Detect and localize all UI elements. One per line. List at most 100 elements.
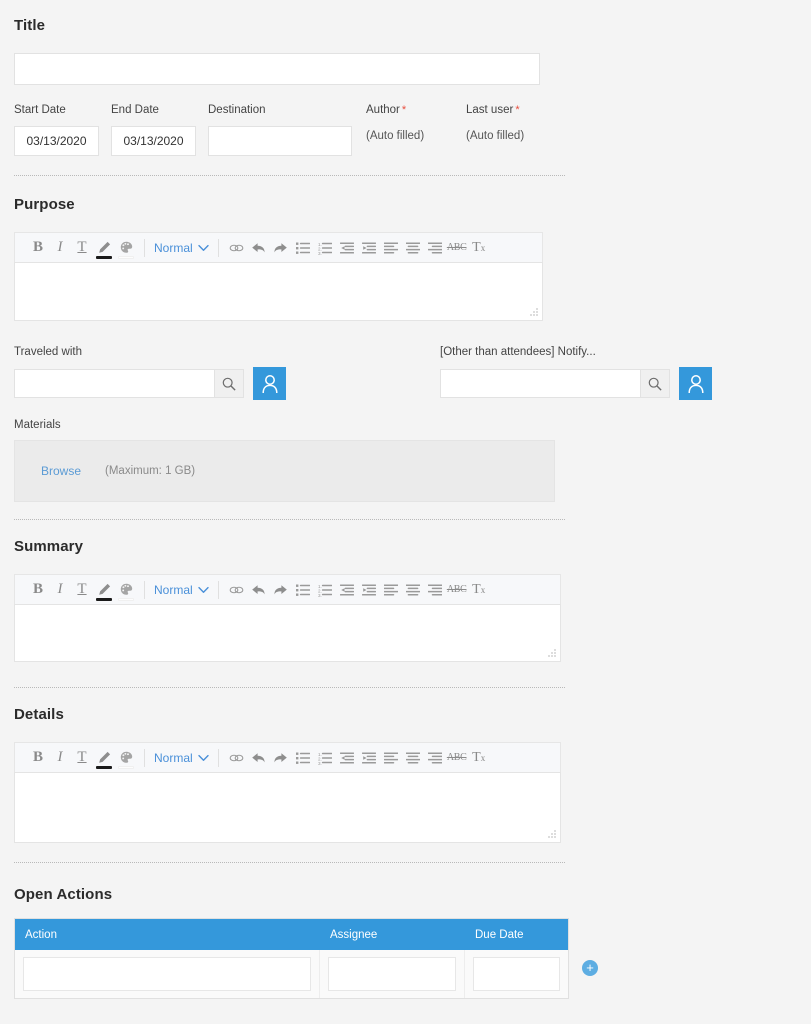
clear-format-icon[interactable]: Tx xyxy=(468,745,490,771)
redo-icon[interactable] xyxy=(270,235,292,261)
paragraph-style-dropdown[interactable]: Normal xyxy=(152,583,211,597)
outdent-icon[interactable] xyxy=(336,745,358,771)
highlight-palette-icon[interactable] xyxy=(115,745,137,771)
chevron-down-icon xyxy=(197,244,209,251)
chevron-down-icon xyxy=(197,754,209,761)
align-center-icon[interactable] xyxy=(402,577,424,603)
svg-text:3.: 3. xyxy=(318,592,322,596)
resize-handle-icon[interactable] xyxy=(548,830,557,839)
toolbar-separator xyxy=(217,748,219,767)
clear-format-icon[interactable]: Tx xyxy=(468,577,490,603)
notify-person-picker-button[interactable] xyxy=(679,367,712,400)
bold-icon[interactable]: B xyxy=(27,235,49,261)
align-left-icon[interactable] xyxy=(380,235,402,261)
browse-button[interactable]: Browse xyxy=(41,464,81,478)
destination-label: Destination xyxy=(208,104,266,116)
text-color-pencil-icon[interactable] xyxy=(93,577,115,603)
indent-icon[interactable] xyxy=(358,577,380,603)
align-center-icon[interactable] xyxy=(402,745,424,771)
redo-icon[interactable] xyxy=(270,745,292,771)
travel-report-form-page: Title Start Date End Date Destination Au… xyxy=(0,0,811,1024)
destination-input[interactable] xyxy=(208,126,352,156)
table-row xyxy=(15,950,568,998)
underline-icon[interactable]: T xyxy=(71,745,93,771)
bold-icon[interactable]: B xyxy=(27,745,49,771)
text-color-pencil-icon[interactable] xyxy=(93,235,115,261)
numbered-list-icon[interactable]: 1. 2. 3. xyxy=(314,577,336,603)
undo-icon[interactable] xyxy=(248,745,270,771)
bold-icon[interactable]: B xyxy=(27,577,49,603)
undo-icon[interactable] xyxy=(248,577,270,603)
outdent-icon[interactable] xyxy=(336,577,358,603)
bullet-list-icon[interactable] xyxy=(292,745,314,771)
materials-max-note: (Maximum: 1 GB) xyxy=(105,465,196,477)
title-input[interactable] xyxy=(14,53,540,85)
cell-due-date xyxy=(465,950,568,998)
column-header-assignee: Assignee xyxy=(330,928,378,941)
strikethrough-icon[interactable]: ABC xyxy=(446,577,468,603)
resize-handle-icon[interactable] xyxy=(530,308,539,317)
clear-format-icon[interactable]: Tx xyxy=(468,235,490,261)
purpose-editor-area[interactable] xyxy=(14,262,543,321)
author-required-marker: * xyxy=(401,104,407,116)
indent-icon[interactable] xyxy=(358,745,380,771)
traveled-with-search-button[interactable] xyxy=(215,369,244,398)
align-left-icon[interactable] xyxy=(380,577,402,603)
summary-heading: Summary xyxy=(14,538,84,555)
last-user-label-wrap: Last user * xyxy=(466,104,520,116)
align-right-icon[interactable] xyxy=(424,745,446,771)
link-icon[interactable] xyxy=(226,577,248,603)
outdent-icon[interactable] xyxy=(336,235,358,261)
plus-icon: + xyxy=(586,960,594,975)
resize-handle-icon[interactable] xyxy=(548,649,557,658)
details-editor: B I T Normal 1. 2. 3. ABC Tx xyxy=(14,742,561,843)
underline-icon[interactable]: T xyxy=(71,235,93,261)
details-editor-area[interactable] xyxy=(14,772,561,843)
highlight-palette-icon[interactable] xyxy=(115,235,137,261)
page-title: Title xyxy=(14,17,46,34)
author-value: (Auto filled) xyxy=(366,130,425,142)
notify-search-button[interactable] xyxy=(641,369,670,398)
search-icon xyxy=(222,377,236,391)
start-date-input[interactable] xyxy=(14,126,99,156)
author-label-wrap: Author * xyxy=(366,104,406,116)
italic-icon[interactable]: I xyxy=(49,745,71,771)
indent-icon[interactable] xyxy=(358,235,380,261)
align-left-icon[interactable] xyxy=(380,745,402,771)
traveled-with-input[interactable] xyxy=(14,369,215,398)
align-right-icon[interactable] xyxy=(424,577,446,603)
strikethrough-icon[interactable]: ABC xyxy=(446,745,468,771)
redo-icon[interactable] xyxy=(270,577,292,603)
section-divider xyxy=(14,519,565,520)
underline-icon[interactable]: T xyxy=(71,577,93,603)
align-center-icon[interactable] xyxy=(402,235,424,261)
align-right-icon[interactable] xyxy=(424,235,446,261)
purpose-editor: B I T Normal 1. 2. 3. ABC Tx xyxy=(14,232,543,321)
traveled-with-person-picker-button[interactable] xyxy=(253,367,286,400)
summary-editor-area[interactable] xyxy=(14,604,561,662)
bullet-list-icon[interactable] xyxy=(292,577,314,603)
link-icon[interactable] xyxy=(226,745,248,771)
text-color-pencil-icon[interactable] xyxy=(93,745,115,771)
action-input[interactable] xyxy=(23,957,311,991)
notify-input[interactable] xyxy=(440,369,641,398)
assignee-input[interactable] xyxy=(328,957,456,991)
section-divider xyxy=(14,862,565,863)
numbered-list-icon[interactable]: 1. 2. 3. xyxy=(314,235,336,261)
add-action-row-button[interactable]: + xyxy=(582,960,598,976)
due-date-input[interactable] xyxy=(473,957,560,991)
undo-icon[interactable] xyxy=(248,235,270,261)
highlight-color-swatch xyxy=(118,765,134,769)
italic-icon[interactable]: I xyxy=(49,235,71,261)
numbered-list-icon[interactable]: 1. 2. 3. xyxy=(314,745,336,771)
strikethrough-icon[interactable]: ABC xyxy=(446,235,468,261)
paragraph-style-dropdown[interactable]: Normal xyxy=(152,751,211,765)
italic-icon[interactable]: I xyxy=(49,577,71,603)
bullet-list-icon[interactable] xyxy=(292,235,314,261)
link-icon[interactable] xyxy=(226,235,248,261)
traveled-with-label: Traveled with xyxy=(14,346,82,358)
materials-dropzone[interactable]: Browse (Maximum: 1 GB) xyxy=(14,440,555,502)
end-date-input[interactable] xyxy=(111,126,196,156)
paragraph-style-dropdown[interactable]: Normal xyxy=(152,241,211,255)
highlight-palette-icon[interactable] xyxy=(115,577,137,603)
